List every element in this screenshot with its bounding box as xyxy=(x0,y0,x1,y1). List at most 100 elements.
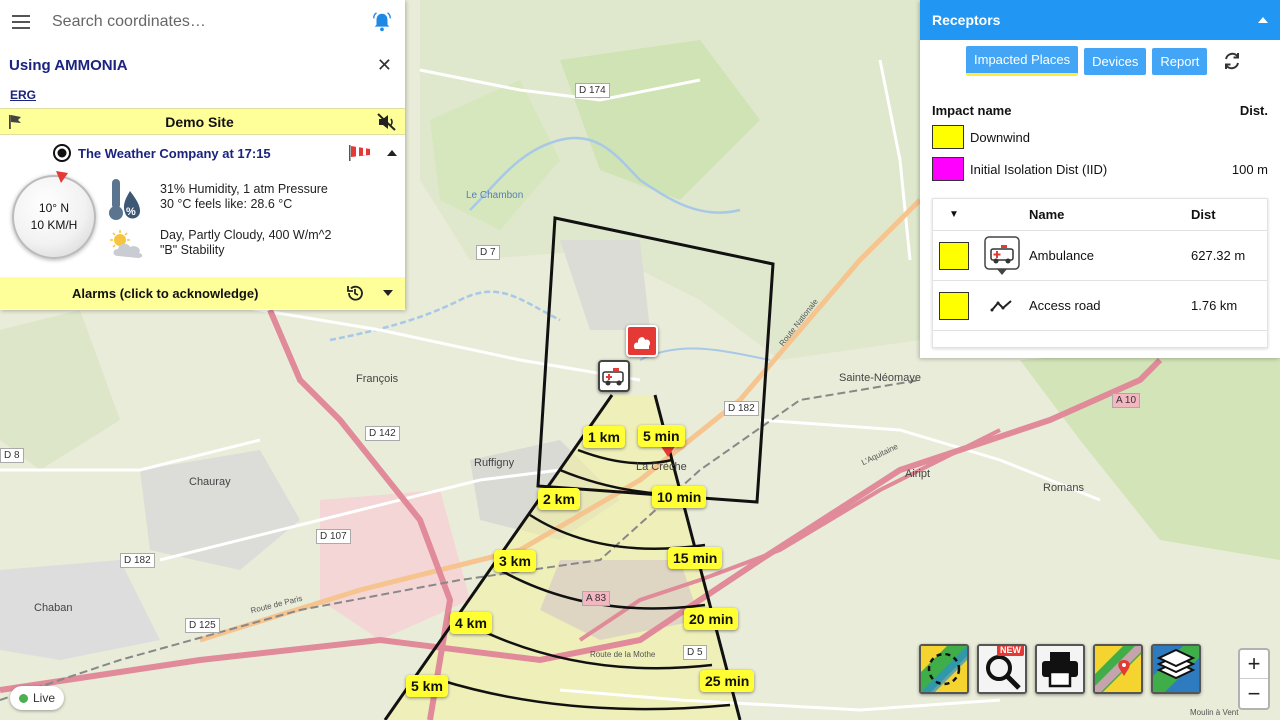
time-label: 5 min xyxy=(638,425,685,447)
windsock-icon xyxy=(349,145,370,161)
wind-speed: 10 KM/H xyxy=(30,218,78,232)
ambulance-icon xyxy=(984,235,1020,275)
humidity-pressure: 31% Humidity, 1 atm Pressure xyxy=(160,182,328,196)
receptor-dist: 627.32 m xyxy=(1191,248,1246,263)
impact-table-header: Impact name Dist. xyxy=(932,103,1268,118)
radio-selected-icon[interactable] xyxy=(52,143,72,163)
weather-panel: The Weather Company at 17:15 10° N 10 KM… xyxy=(0,135,405,277)
tab-devices[interactable]: Devices xyxy=(1084,47,1147,75)
receptor-name: Access road xyxy=(1029,298,1101,313)
impact-name: Initial Isolation Dist (IID) xyxy=(970,161,1108,177)
impact-table: Impact name Dist. Downwind Initial Isola… xyxy=(932,103,1268,185)
road-number: D 182 xyxy=(724,401,759,416)
history-icon[interactable] xyxy=(345,283,365,303)
collapse-icon[interactable] xyxy=(386,149,398,157)
zoom-in-button[interactable]: + xyxy=(1240,650,1268,679)
chemical-title: Using AMMONIA xyxy=(9,56,128,74)
layers-button[interactable] xyxy=(1151,644,1201,694)
collapse-icon[interactable] xyxy=(1258,17,1268,23)
wind-compass: 10° N 10 KM/H xyxy=(12,175,96,259)
refresh-icon[interactable] xyxy=(1221,50,1243,72)
chevron-down-icon[interactable] xyxy=(383,290,393,296)
place-label: Sainte-Néomaye xyxy=(839,372,921,384)
distance-label: 5 km xyxy=(406,675,448,697)
new-badge: NEW xyxy=(997,646,1024,656)
sort-toggle[interactable]: ▼ xyxy=(933,209,975,220)
map-pin-icon xyxy=(1095,646,1141,692)
svg-text:%: % xyxy=(126,206,136,218)
name-column-header[interactable]: Name xyxy=(1029,207,1191,222)
road-number: A 10 xyxy=(1112,393,1141,408)
site-name: Demo Site xyxy=(165,113,234,130)
table-row[interactable]: Access road 1.76 km xyxy=(933,281,1267,331)
erg-row: ERG xyxy=(0,86,405,108)
site-bar: Demo Site xyxy=(0,108,405,135)
place-label: Aiript xyxy=(905,468,931,480)
distance-label: 1 km xyxy=(583,426,625,448)
receptor-dist: 1.76 km xyxy=(1191,298,1238,313)
map-circle-icon xyxy=(921,646,967,692)
distance-label: 3 km xyxy=(494,550,536,572)
release-source-icon[interactable] xyxy=(626,325,658,357)
ambulance-icon[interactable] xyxy=(598,360,630,392)
hamburger-menu-icon[interactable] xyxy=(12,14,32,30)
mute-icon[interactable] xyxy=(377,112,397,131)
tab-report[interactable]: Report xyxy=(1152,47,1208,75)
receptor-name: Ambulance xyxy=(1029,248,1095,263)
temperature: 30 °C feels like: 28.6 °C xyxy=(160,197,293,211)
road-number: D 142 xyxy=(365,426,400,441)
place-label: Romans xyxy=(1043,482,1084,494)
zoom-control: + − xyxy=(1238,648,1270,710)
color-swatch xyxy=(932,125,964,149)
zoom-out-button[interactable]: − xyxy=(1240,679,1268,708)
flag-icon[interactable] xyxy=(8,114,22,130)
layers-icon xyxy=(1153,646,1199,692)
road-number: D 125 xyxy=(185,618,220,633)
road-name: Route de la Mothe xyxy=(590,650,656,659)
impact-row[interactable]: Initial Isolation Dist (IID) 100 m xyxy=(932,153,1268,185)
receptor-table-header: ▼ Name Dist xyxy=(933,199,1267,231)
notification-bell-icon[interactable] xyxy=(371,11,393,33)
alarms-bar[interactable]: Alarms (click to acknowledge) xyxy=(0,277,405,309)
receptors-title: Receptors xyxy=(932,12,1001,28)
search-bar xyxy=(0,0,405,44)
impact-row[interactable]: Downwind xyxy=(932,121,1268,153)
receptors-tabs: Impacted Places Devices Report xyxy=(920,40,1280,82)
receptors-header[interactable]: Receptors xyxy=(920,0,1280,40)
color-swatch xyxy=(932,157,964,181)
road-number: D 107 xyxy=(316,529,351,544)
erg-link[interactable]: ERG xyxy=(10,88,36,102)
distance-label: 2 km xyxy=(538,488,580,510)
receptors-panel: Receptors Impacted Places Devices Report… xyxy=(920,0,1280,358)
close-icon[interactable]: ✕ xyxy=(377,55,392,76)
place-label: Le Chambon xyxy=(466,190,524,201)
impact-dist: 100 m xyxy=(1231,161,1268,177)
color-swatch xyxy=(939,291,969,320)
search-tool-button[interactable]: NEW xyxy=(977,644,1027,694)
distance-label: 4 km xyxy=(450,612,492,634)
wind-direction: 10° N xyxy=(38,201,70,215)
tab-impacted-places[interactable]: Impacted Places xyxy=(966,46,1079,76)
place-label: François xyxy=(356,373,399,385)
color-swatch xyxy=(939,241,969,270)
place-label: Chauray xyxy=(189,476,231,488)
impact-name: Downwind xyxy=(970,129,1030,145)
search-input[interactable] xyxy=(52,13,371,31)
road-number: D 5 xyxy=(683,645,707,660)
road-number: D 182 xyxy=(120,553,155,568)
road-name: Moulin à Vent xyxy=(1190,708,1239,717)
impact-name-header: Impact name xyxy=(932,103,1012,118)
printer-icon xyxy=(1037,646,1083,692)
road-number: A 83 xyxy=(582,591,611,606)
isolation-zone-tool-button[interactable] xyxy=(919,644,969,694)
chemical-header: Using AMMONIA ✕ xyxy=(0,44,405,86)
weather-provider: The Weather Company at 17:15 xyxy=(78,145,271,161)
map-location-tool-button[interactable] xyxy=(1093,644,1143,694)
dist-column-header[interactable]: Dist xyxy=(1191,207,1216,222)
partly-cloudy-icon xyxy=(110,230,143,258)
print-button[interactable] xyxy=(1035,644,1085,694)
alarms-label: Alarms (click to acknowledge) xyxy=(72,285,259,301)
time-label: 10 min xyxy=(652,486,707,508)
live-status-dot xyxy=(19,693,28,703)
table-row[interactable]: Ambulance 627.32 m xyxy=(933,231,1267,281)
